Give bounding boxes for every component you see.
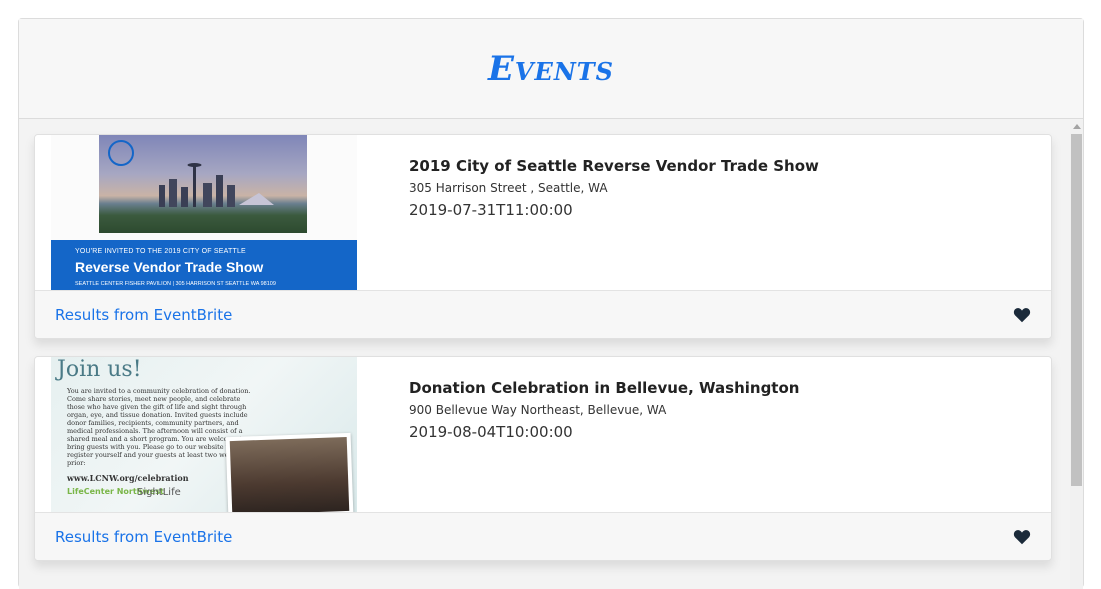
thumbnail-heading: Join us!	[57, 357, 142, 382]
thumbnail-url: www.LCNW.org/celebration	[67, 473, 189, 483]
event-card-footer: Results from EventBrite	[35, 290, 1051, 338]
seattle-skyline-image	[99, 135, 307, 233]
event-datetime: 2019-07-31T11:00:00	[409, 201, 573, 219]
thumbnail-banner: YOU'RE INVITED TO THE 2019 CITY OF SEATT…	[51, 240, 357, 290]
event-card-footer: Results from EventBrite	[35, 512, 1051, 560]
city-seal-icon	[108, 140, 134, 166]
scrollbar-thumb[interactable]	[1071, 134, 1082, 486]
event-info: 2019 City of Seattle Reverse Vendor Trad…	[409, 157, 819, 219]
skyline-graphic	[108, 140, 274, 207]
event-card-body: YOU'RE INVITED TO THE 2019 CITY OF SEATT…	[35, 135, 1051, 290]
group-photo	[225, 432, 354, 512]
group-photo-image	[229, 436, 350, 512]
panel-header: Events	[19, 19, 1083, 119]
page-title: Events	[488, 48, 614, 89]
event-title: Donation Celebration in Bellevue, Washin…	[409, 379, 800, 397]
event-info: Donation Celebration in Bellevue, Washin…	[409, 379, 799, 441]
sightlife-logo: SightLife	[137, 487, 181, 498]
event-address: 900 Bellevue Way Northeast, Bellevue, WA	[409, 403, 667, 417]
heart-icon[interactable]	[1013, 529, 1031, 545]
events-panel: Events YOU'RE INVITED TO THE 2019 CITY O…	[18, 18, 1084, 589]
event-thumbnail: YOU'RE INVITED TO THE 2019 CITY OF SEATT…	[51, 135, 357, 290]
eventbrite-link[interactable]: Results from EventBrite	[55, 306, 232, 324]
heart-icon[interactable]	[1013, 307, 1031, 323]
event-datetime: 2019-08-04T10:00:00	[409, 423, 573, 441]
event-title: 2019 City of Seattle Reverse Vendor Trad…	[409, 157, 819, 175]
eventbrite-link[interactable]: Results from EventBrite	[55, 528, 232, 546]
event-card-body: Join us! You are invited to a community …	[35, 357, 1051, 512]
scroll-up-icon[interactable]	[1073, 124, 1081, 129]
event-thumbnail: Join us! You are invited to a community …	[51, 357, 357, 512]
event-card: YOU'RE INVITED TO THE 2019 CITY OF SEATT…	[34, 134, 1052, 339]
event-address: 305 Harrison Street , Seattle, WA	[409, 181, 608, 195]
banner-location: SEATTLE CENTER FISHER PAVILION | 305 HAR…	[75, 281, 276, 287]
banner-invite-text: YOU'RE INVITED TO THE 2019 CITY OF SEATT…	[75, 248, 246, 255]
banner-title: Reverse Vendor Trade Show	[75, 259, 264, 275]
events-list: YOU'RE INVITED TO THE 2019 CITY OF SEATT…	[19, 119, 1083, 589]
scrollbar[interactable]	[1070, 120, 1083, 589]
event-card: Join us! You are invited to a community …	[34, 356, 1052, 561]
